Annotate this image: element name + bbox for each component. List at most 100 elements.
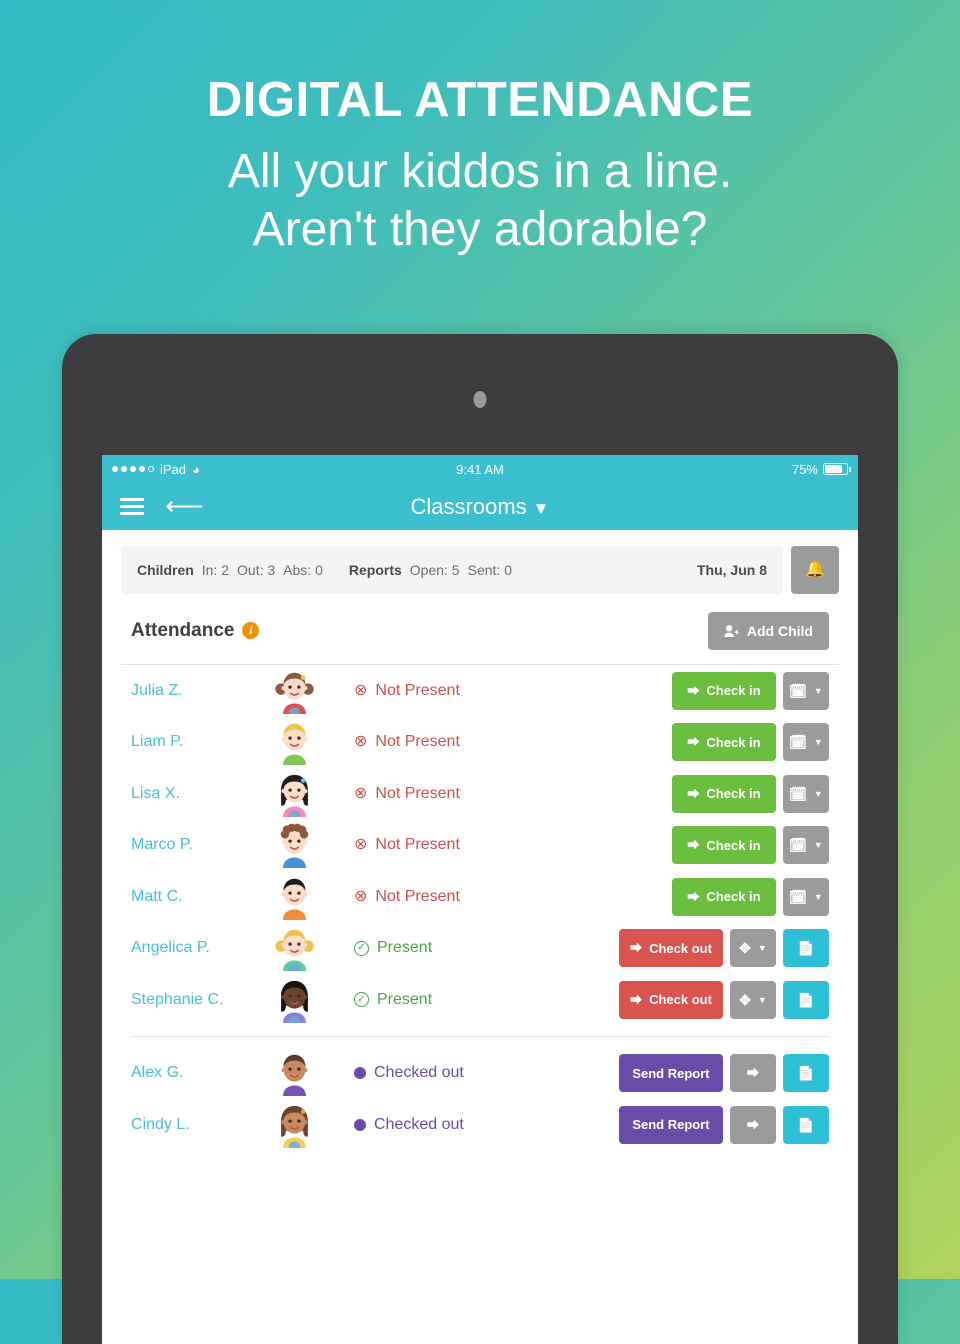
status-label: Not Present (375, 887, 460, 905)
report-file-icon: 📄 (797, 991, 815, 1008)
status-label: Not Present (375, 733, 460, 751)
calendar-absent-button[interactable]: 🗓 ▼ (783, 671, 829, 710)
child-avatar (264, 719, 354, 766)
status-label: Not Present (375, 836, 460, 854)
info-icon[interactable]: i (242, 622, 260, 639)
reports-label: Reports (348, 562, 402, 578)
avatar-illustration (280, 823, 309, 869)
report-file-button[interactable]: 📄 (783, 1054, 829, 1093)
calendar-absent-button[interactable]: 🗓 ▼ (783, 877, 829, 916)
child-name-link[interactable]: Stephanie C. (131, 991, 264, 1009)
check-in-button[interactable]: ⮕ Check in (672, 877, 776, 916)
status-badge: ⊗ Not Present (354, 733, 672, 751)
send-report-button[interactable]: Send Report (619, 1105, 723, 1144)
child-name-link[interactable]: Marco P. (131, 836, 264, 854)
button-label: Check out (649, 992, 712, 1008)
chevron-down-icon: ▼ (757, 943, 767, 954)
attendance-header: Attendance i Add Child (121, 612, 839, 665)
sign-in-icon: ⮕ (687, 889, 700, 904)
child-name-link[interactable]: Lisa X. (131, 785, 264, 803)
child-avatar (264, 771, 354, 817)
chevron-down-icon: ▼ (813, 685, 823, 696)
reports-summary-group: Reports Open: 5 Sent: 0 (349, 562, 512, 578)
children-summary-group: Children In: 2 Out: 3 Abs: 0 (137, 562, 323, 578)
children-in-count: In: 2 (201, 562, 230, 578)
row-actions: ⮕ Check out ✥ ▼ 📄 (619, 980, 829, 1019)
sign-in-button[interactable]: ⮕ (730, 1105, 776, 1144)
child-name-link[interactable]: Julia Z. (131, 682, 264, 700)
status-bar-clock: 9:41 AM (456, 461, 504, 477)
add-child-button[interactable]: Add Child (707, 612, 829, 650)
report-file-button[interactable]: 📄 (783, 929, 829, 968)
move-arrows-icon: ✥ (739, 940, 751, 957)
button-label: Check in (706, 786, 761, 802)
user-plus-icon (724, 625, 739, 637)
calendar-absent-button[interactable]: 🗓 ▼ (783, 774, 829, 813)
circle-x-icon: ⊗ (354, 681, 368, 699)
check-out-button[interactable]: ⮕ Check out (619, 929, 723, 968)
ios-status-bar: iPad ◕ 9:41 AM 75% (102, 455, 858, 483)
sign-in-icon: ⮕ (746, 1066, 759, 1081)
check-in-button[interactable]: ⮕ Check in (672, 671, 776, 710)
check-in-button[interactable]: ⮕ Check in (672, 723, 776, 762)
battery-percent-label: 75% (791, 461, 818, 477)
hamburger-menu-icon[interactable] (120, 494, 144, 519)
child-name-link[interactable]: Cindy L. (131, 1116, 264, 1134)
move-arrows-button[interactable]: ✥ ▼ (730, 980, 776, 1019)
child-name-link[interactable]: Angelica P. (131, 939, 264, 957)
summary-panel: Children In: 2 Out: 3 Abs: 0 Reports Ope… (121, 546, 783, 594)
status-badge: ⊗ Not Present (354, 682, 672, 700)
notifications-button[interactable]: 🔔 (791, 546, 839, 594)
check-in-button[interactable]: ⮕ Check in (672, 826, 776, 865)
report-file-button[interactable]: 📄 (783, 980, 829, 1019)
child-avatar (264, 1102, 354, 1148)
status-badge: Checked out (354, 1116, 619, 1134)
row-actions: ⮕ Check in 🗓 ▼ (672, 723, 829, 762)
row-actions: ⮕ Check in 🗓 ▼ (672, 671, 829, 710)
attendance-row: Stephanie C. ✓ Present ⮕ Check out ✥ ▼ 📄 (121, 974, 839, 1036)
tablet-device-frame: iPad ◕ 9:41 AM 75% ⟵ Classrooms ▼ Childre… (62, 334, 898, 1344)
child-avatar (264, 668, 354, 714)
chevron-down-icon: ▼ (757, 994, 767, 1005)
hero-subtitle-line2: Aren't they adorable? (252, 202, 708, 256)
row-actions: ⮕ Check out ✥ ▼ 📄 (619, 929, 829, 968)
child-name-link[interactable]: Alex G. (131, 1064, 264, 1082)
attendance-list: Julia Z. ⊗ Not Present ⮕ Check in 🗓 ▼ Liam P. ⊗ N… (102, 665, 858, 1151)
attendance-row: Lisa X. ⊗ Not Present ⮕ Check in 🗓 ▼ (121, 768, 839, 820)
chevron-down-icon: ▼ (813, 788, 823, 799)
calendar-absent-button[interactable]: 🗓 ▼ (783, 826, 829, 865)
move-arrows-icon: ✥ (739, 991, 751, 1008)
avatar-illustration (281, 980, 308, 1023)
calendar-absent-icon: 🗓 (789, 734, 807, 751)
calendar-absent-icon: 🗓 (789, 785, 807, 802)
child-avatar (264, 1050, 354, 1097)
circle-x-icon: ⊗ (354, 784, 368, 802)
sign-in-button[interactable]: ⮕ (730, 1054, 776, 1093)
button-label: Check in (706, 889, 761, 905)
check-out-button[interactable]: ⮕ Check out (619, 980, 723, 1019)
button-label: Check in (706, 683, 761, 699)
page-title: Classrooms ▼ (102, 494, 858, 520)
avatar-illustration (281, 724, 308, 766)
hero-subtitle: All your kiddos in a line. Aren't they a… (0, 143, 960, 258)
move-arrows-button[interactable]: ✥ ▼ (730, 929, 776, 968)
child-name-link[interactable]: Liam P. (131, 733, 264, 751)
circle-x-icon: ⊗ (354, 836, 368, 854)
hero-banner: DIGITAL ATTENDANCE All your kiddos in a … (0, 0, 960, 258)
row-actions: Send Report ⮕ 📄 (619, 1105, 829, 1144)
status-label: Present (377, 990, 433, 1008)
chevron-down-icon[interactable]: ▼ (533, 499, 550, 518)
children-abs-count: Abs: 0 (283, 562, 323, 578)
avatar-illustration (275, 672, 314, 714)
arrow-left-icon[interactable]: ⟵ (165, 493, 204, 520)
camera-icon (473, 391, 487, 408)
child-name-link[interactable]: Matt C. (131, 888, 264, 906)
send-report-button[interactable]: Send Report (619, 1054, 723, 1093)
attendance-row: Alex G. Checked out Send Report ⮕ 📄 (121, 1048, 839, 1100)
button-label: Check in (706, 734, 761, 750)
calendar-absent-button[interactable]: 🗓 ▼ (783, 723, 829, 762)
row-actions: ⮕ Check in 🗓 ▼ (672, 826, 829, 865)
report-file-button[interactable]: 📄 (783, 1105, 829, 1144)
button-label: Check in (706, 837, 761, 853)
check-in-button[interactable]: ⮕ Check in (672, 774, 776, 813)
